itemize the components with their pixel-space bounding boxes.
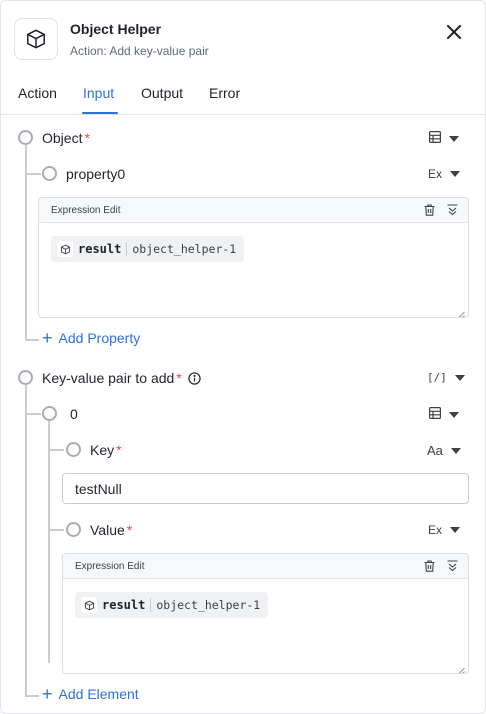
key-label: Key * (90, 442, 122, 458)
value-type-label: Ex (428, 523, 443, 537)
text-type-icon: Aa (427, 443, 443, 458)
table-icon (429, 407, 442, 422)
variable-chip[interactable]: result object_helper-1 (75, 592, 269, 618)
close-icon[interactable] (441, 19, 467, 45)
property-type-label: Ex (428, 167, 443, 181)
property-expression-editor[interactable]: Expression Edit result object_helper-1 (38, 197, 469, 318)
node-subtitle: Action: Add key-value pair (70, 44, 209, 58)
value-expression-editor[interactable]: Expression Edit result object_helper-1 (62, 553, 469, 674)
property-type-selector[interactable]: Ex (428, 167, 461, 181)
kv-node-circle (18, 370, 33, 385)
tree-connector (48, 529, 64, 531)
property-node-circle (42, 166, 57, 181)
cube-icon (57, 241, 73, 257)
key-type-selector[interactable]: Aa (427, 443, 461, 458)
object-helper-panel: Object Helper Action: Add key-value pair… (0, 0, 486, 714)
plus-icon: + (42, 328, 53, 348)
key-input[interactable]: testNull (62, 473, 469, 504)
expression-editor-header: Expression Edit (39, 198, 468, 223)
object-node-circle (18, 130, 33, 145)
expression-editor-title: Expression Edit (51, 204, 121, 216)
value-label: Value * (90, 522, 133, 538)
value-node-circle (66, 522, 81, 537)
resize-handle-icon[interactable] (457, 662, 465, 673)
object-type-selector[interactable] (429, 131, 459, 146)
chevron-down-icon (449, 135, 459, 142)
add-element-button[interactable]: + Add Element (42, 684, 139, 704)
add-property-button[interactable]: + Add Property (42, 328, 141, 348)
trash-icon[interactable] (424, 203, 435, 221)
tabs-divider (1, 114, 485, 115)
chip-source: object_helper-1 (132, 242, 237, 256)
collapse-icon[interactable] (447, 559, 458, 577)
object-label: Object * (42, 130, 90, 146)
property-label: property0 (66, 166, 126, 182)
value-type-selector[interactable]: Ex (428, 523, 461, 537)
chip-variable: result (102, 598, 146, 612)
chip-source: object_helper-1 (156, 598, 261, 612)
kv-type-label: [/] (427, 371, 447, 384)
chevron-down-icon (449, 411, 459, 418)
plus-icon: + (42, 684, 53, 704)
tree-connector (48, 421, 50, 663)
chip-divider (126, 242, 128, 256)
chevron-down-icon (450, 527, 461, 533)
tree-connector (25, 385, 27, 697)
cube-icon (14, 18, 58, 60)
variable-chip[interactable]: result object_helper-1 (51, 236, 245, 262)
trash-icon[interactable] (424, 559, 435, 577)
kv-label: Key-value pair to add * (42, 370, 201, 386)
collapse-icon[interactable] (447, 203, 458, 221)
tab-input[interactable]: Input (83, 85, 114, 101)
kv-type-selector[interactable]: [/] (427, 371, 465, 384)
add-property-label: Add Property (58, 330, 141, 346)
info-icon[interactable] (188, 371, 201, 385)
cube-icon (81, 597, 97, 613)
expression-editor-header: Expression Edit (63, 554, 468, 579)
resize-handle-icon[interactable] (457, 306, 465, 317)
expression-editor-title: Expression Edit (75, 560, 145, 572)
tab-action[interactable]: Action (18, 85, 57, 101)
tree-connector (48, 449, 64, 451)
element-node-circle (42, 406, 57, 421)
chevron-down-icon (450, 171, 461, 177)
table-icon (429, 131, 442, 146)
chevron-down-icon (450, 447, 461, 454)
chevron-down-icon (454, 374, 465, 381)
tab-error[interactable]: Error (209, 85, 240, 101)
element-label: 0 (70, 406, 78, 422)
tree-connector (25, 695, 39, 697)
key-node-circle (66, 442, 81, 457)
add-element-label: Add Element (58, 686, 139, 702)
tree-connector (25, 413, 41, 415)
chip-divider (150, 598, 152, 612)
element-type-selector[interactable] (429, 407, 459, 422)
chip-variable: result (78, 242, 122, 256)
tab-output[interactable]: Output (141, 85, 183, 101)
node-title: Object Helper (70, 21, 162, 37)
tree-connector (25, 173, 41, 175)
tree-connector (25, 339, 39, 341)
